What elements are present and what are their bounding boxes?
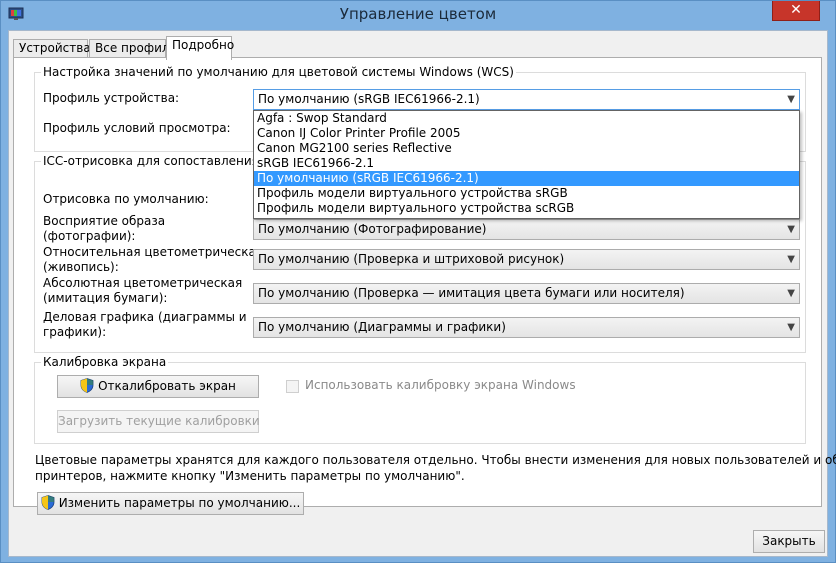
relative-label-line1: Относительная цветометрическая [43, 245, 264, 259]
absolute-colorimetric-label: Абсолютная цветометрическая (имитация бу… [43, 276, 242, 306]
window-title: Управление цветом [339, 5, 497, 23]
dropdown-option[interactable]: Профиль модели виртуального устройства s… [254, 201, 799, 216]
perceptual-combo[interactable]: По умолчанию (Фотографирование) ▼ [253, 219, 800, 240]
relative-colorimetric-combo[interactable]: По умолчанию (Проверка и штриховой рисун… [253, 249, 800, 270]
info-text-line2: принтеров, нажмите кнопку "Изменить пара… [35, 469, 465, 483]
use-windows-calibration-label: Использовать калибровку экрана Windows [305, 378, 576, 392]
business-graphics-label: Деловая графика (диаграммы и графики): [43, 310, 247, 340]
chevron-down-icon: ▼ [787, 288, 795, 299]
dropdown-option[interactable]: sRGB IEC61966-2.1 [254, 156, 799, 171]
dropdown-option[interactable]: Canon IJ Color Printer Profile 2005 [254, 126, 799, 141]
business-value: По умолчанию (Диаграммы и графики) [258, 320, 506, 334]
icc-group-title: ICC-отрисовка для сопоставления цве [41, 154, 288, 168]
chevron-down-icon: ▼ [787, 322, 795, 333]
absolute-label-line2: (имитация бумаги): [43, 291, 168, 305]
viewing-conditions-label: Профиль условий просмотра: [43, 121, 231, 135]
advanced-tab-panel: Настройка значений по умолчанию для цвет… [13, 57, 836, 515]
relative-colorimetric-label: Относительная цветометрическая (живопись… [43, 245, 263, 275]
relative-label-line2: (живопись): [43, 260, 119, 274]
title-bar[interactable]: Управление цветом ✕ [1, 1, 835, 29]
dropdown-option-selected[interactable]: По умолчанию (sRGB IEC61966-2.1) [254, 171, 799, 186]
perceptual-value: По умолчанию (Фотографирование) [258, 222, 487, 236]
load-current-calibrations-button[interactable]: Загрузить текущие калибровки [57, 410, 260, 433]
change-defaults-label: Изменить параметры по умолчанию... [58, 496, 301, 510]
dropdown-option[interactable]: Agfa : Swop Standard [254, 111, 799, 126]
uac-shield-icon [80, 378, 94, 393]
change-system-defaults-button[interactable]: Изменить параметры по умолчанию... [37, 492, 304, 515]
tab-advanced[interactable]: Подробно [166, 36, 234, 60]
business-graphics-combo[interactable]: По умолчанию (Диаграммы и графики) ▼ [253, 317, 800, 338]
dropdown-option[interactable]: Профиль модели виртуального устройства s… [254, 186, 799, 201]
absolute-colorimetric-combo[interactable]: По умолчанию (Проверка — имитация цвета … [253, 283, 800, 304]
chevron-down-icon: ▼ [787, 254, 795, 265]
device-profile-dropdown-list: Agfa : Swop Standard Canon IJ Color Prin… [253, 110, 800, 219]
dialog-client: Устройства Все профили Подробно Настройк… [8, 30, 836, 557]
device-profile-combo[interactable]: По умолчанию (sRGB IEC61966-2.1) ▼ [253, 89, 800, 110]
tab-devices[interactable]: Устройства [13, 39, 91, 58]
chevron-down-icon: ▼ [787, 224, 795, 235]
calibrate-display-button[interactable]: Откалибровать экран [57, 375, 259, 398]
absolute-value: По умолчанию (Проверка — имитация цвета … [258, 286, 685, 300]
perceptual-label-line1: Восприятие образа [43, 214, 166, 228]
calibrate-button-label: Откалибровать экран [98, 379, 236, 393]
perceptual-label: Восприятие образа (фотографии): [43, 214, 165, 244]
wcs-group-title: Настройка значений по умолчанию для цвет… [41, 65, 516, 79]
tab-all-profiles[interactable]: Все профили [89, 39, 177, 58]
info-text-line1: Цветовые параметры хранятся для каждого … [35, 453, 836, 467]
business-label-line2: графики): [43, 325, 107, 339]
uac-shield-icon [41, 495, 55, 510]
chevron-down-icon: ▼ [787, 94, 795, 105]
close-button[interactable]: Закрыть [753, 530, 825, 553]
window-close-button[interactable]: ✕ [772, 1, 820, 21]
calibration-group-title: Калибровка экрана [41, 355, 169, 369]
use-windows-calibration-checkbox[interactable] [286, 380, 299, 393]
device-profile-label: Профиль устройства: [43, 91, 180, 105]
default-rendering-label: Отрисовка по умолчанию: [43, 192, 209, 206]
color-management-window: Управление цветом ✕ Устройства Все профи… [0, 0, 836, 563]
dropdown-option[interactable]: Canon MG2100 series Reflective [254, 141, 799, 156]
perceptual-label-line2: (фотографии): [43, 229, 136, 243]
business-label-line1: Деловая графика (диаграммы и [43, 310, 247, 324]
relative-value: По умолчанию (Проверка и штриховой рисун… [258, 252, 565, 266]
absolute-label-line1: Абсолютная цветометрическая [43, 276, 243, 290]
device-profile-value: По умолчанию (sRGB IEC61966-2.1) [258, 92, 480, 106]
